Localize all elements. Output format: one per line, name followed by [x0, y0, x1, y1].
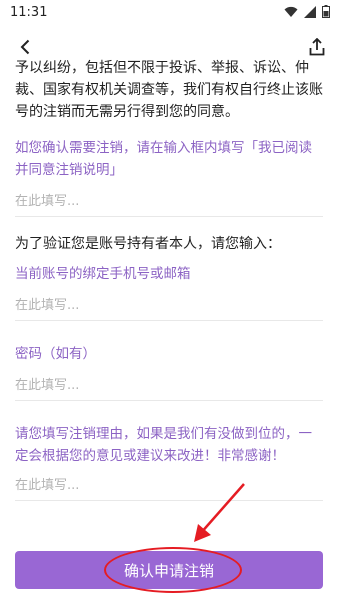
- battery-icon: [322, 5, 330, 18]
- verify-heading: 为了验证您是账号持有者本人，请您输入：: [15, 236, 281, 252]
- phone-email-label: 当前账号的绑定手机号或邮箱: [15, 266, 191, 282]
- status-icons: [284, 5, 330, 18]
- password-label: 密码（如有）: [15, 346, 96, 362]
- password-field[interactable]: 在此填写...: [15, 371, 323, 401]
- content: 予以纠纷，包括但不限于投诉、举报、诉讼、仲裁、国家有权机关调查等，我们有权自行终…: [15, 60, 323, 501]
- signal-icon: [304, 5, 316, 18]
- wifi-icon: [284, 6, 298, 17]
- confirm-cancel-account-button[interactable]: 确认申请注销: [15, 551, 323, 589]
- phone-email-field[interactable]: 在此填写...: [15, 291, 323, 321]
- reason-prompt: 请您填写注销理由，如果是我们有没做到位的，一定会根据您的意见或建议来改进！非常感…: [15, 426, 312, 464]
- confirm-text-field[interactable]: 在此填写...: [15, 187, 323, 217]
- share-icon: [309, 38, 325, 56]
- confirm-prompt: 如您确认需要注销，请在输入框内填写「我已阅读并同意注销说明」: [15, 140, 312, 178]
- status-bar: 11:31: [0, 0, 338, 28]
- status-time: 11:31: [10, 5, 48, 20]
- back-arrow-icon: [20, 39, 30, 55]
- reason-field[interactable]: 在此填写...: [15, 471, 323, 501]
- terms-text: 予以纠纷，包括但不限于投诉、举报、诉讼、仲裁、国家有权机关调查等，我们有权自行终…: [15, 60, 323, 119]
